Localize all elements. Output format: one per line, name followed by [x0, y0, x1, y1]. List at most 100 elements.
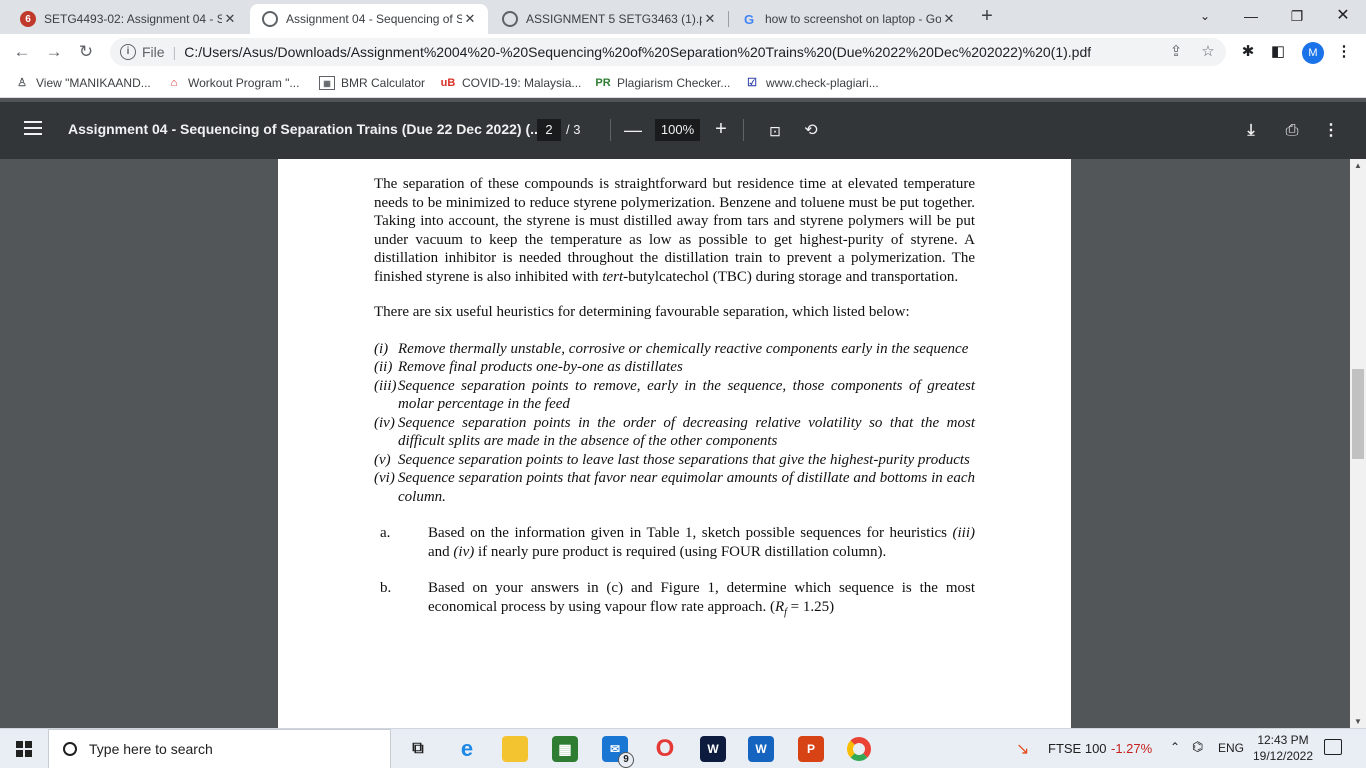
heuristic-item: (iii) Sequence separation points to remov…: [374, 377, 975, 414]
forward-arrow-icon[interactable]: →: [42, 40, 66, 64]
restore-button[interactable]: ❐: [1274, 0, 1320, 32]
stock-down-icon: ↘: [1016, 741, 1030, 758]
bookmark-bmr-calculator[interactable]: ▦ BMR Calculator: [319, 76, 425, 90]
fit-to-page-icon[interactable]: ⊡: [764, 120, 786, 142]
bookmark-label: Workout Program "...: [188, 76, 300, 90]
tab-assignment-04[interactable]: Assignment 04 - Sequencing of S ✕: [250, 4, 488, 34]
page-number-input[interactable]: 2: [537, 119, 561, 141]
ftse-change[interactable]: -1.27%: [1111, 741, 1152, 756]
close-icon[interactable]: ✕: [941, 11, 957, 27]
info-icon[interactable]: i: [120, 44, 136, 60]
heuristic-text: Remove thermally unstable, corrosive or …: [398, 340, 969, 357]
vertical-scrollbar[interactable]: ▲ ▼: [1350, 159, 1366, 728]
language-indicator[interactable]: ENG: [1218, 741, 1244, 755]
print-icon[interactable]: ⎙: [1281, 120, 1303, 142]
zoom-in-button[interactable]: +: [712, 118, 730, 141]
bookmark-view-manikaand[interactable]: ♙ View "MANIKAAND...: [14, 76, 151, 90]
taskbar-search-box[interactable]: Type here to search: [48, 729, 391, 768]
address-bar[interactable]: i File | C:/Users/Asus/Downloads/Assignm…: [110, 38, 1226, 66]
windows-logo-icon: [25, 750, 32, 757]
heuristic-number: (ii): [374, 359, 393, 375]
bookmark-workout-program[interactable]: ⌂ Workout Program "...: [166, 76, 300, 90]
pdf-viewer-area[interactable]: The separation of these compounds is str…: [0, 159, 1350, 728]
microsoft-store-icon[interactable]: ▦: [552, 736, 578, 762]
word-icon[interactable]: W: [748, 736, 774, 762]
question-a-italic-2: (iv): [453, 543, 475, 560]
address-divider: |: [172, 44, 177, 60]
wifi-icon[interactable]: ⌬: [1192, 739, 1203, 755]
powerpoint-icon[interactable]: P: [798, 736, 824, 762]
bookmark-plagiarism-checker[interactable]: PR Plagiarism Checker...: [595, 76, 730, 90]
browser-tab-strip: 6 SETG4493-02: Assignment 04 - S ✕ Assig…: [0, 0, 1366, 34]
heuristic-number: (i): [374, 340, 389, 357]
ftse-label[interactable]: FTSE 100: [1048, 741, 1107, 756]
edge-browser-icon[interactable]: e: [454, 736, 480, 762]
windows-logo-icon: [25, 741, 32, 748]
back-arrow-icon[interactable]: ←: [10, 40, 34, 64]
para1-italic: tert: [602, 268, 624, 285]
clock-date: 19/12/2022: [1252, 749, 1314, 763]
extensions-puzzle-icon[interactable]: ✱: [1238, 42, 1258, 62]
mail-icon[interactable]: ✉ 9: [602, 736, 634, 768]
close-window-button[interactable]: ✕: [1320, 0, 1366, 32]
close-icon[interactable]: ✕: [462, 11, 478, 27]
search-placeholder: Type here to search: [89, 741, 213, 757]
dumbbell-icon: ⌂: [170, 77, 178, 89]
person-icon: ♙: [17, 77, 27, 89]
tab-google-search[interactable]: G how to screenshot on laptop - Go ✕: [729, 4, 967, 34]
zoom-level-input[interactable]: 100%: [655, 119, 700, 141]
bookmark-covid-malaysia[interactable]: uB COVID-19: Malaysia...: [440, 76, 582, 90]
file-explorer-icon[interactable]: [502, 736, 528, 762]
minimize-button[interactable]: —: [1228, 0, 1274, 32]
zoom-out-button[interactable]: —: [624, 120, 642, 141]
browser-menu-icon[interactable]: ⋮: [1334, 42, 1354, 62]
close-icon[interactable]: ✕: [222, 11, 238, 27]
question-a-italic-1: (iii): [952, 525, 976, 541]
browser-toolbar: ← → ↻ i File | C:/Users/Asus/Downloads/A…: [0, 34, 1366, 70]
scroll-down-arrow-icon[interactable]: ▼: [1350, 717, 1366, 726]
opera-icon[interactable]: O: [652, 735, 678, 762]
bookmark-label: Plagiarism Checker...: [617, 76, 731, 90]
heuristic-number: (iv): [374, 414, 395, 431]
tab-title: how to screenshot on laptop - Go: [765, 12, 941, 26]
webex-icon[interactable]: W: [700, 736, 726, 762]
tab-assignment-5[interactable]: ASSIGNMENT 5 SETG3463 (1).pdf ✕: [490, 4, 728, 34]
side-panel-icon[interactable]: ◧: [1268, 42, 1288, 62]
tray-chevron-up-icon[interactable]: ⌃: [1170, 740, 1180, 754]
bookmark-check-plagiarism[interactable]: ☑ www.check-plagiari...: [744, 76, 879, 90]
question-b-italic: R: [774, 598, 785, 615]
heuristic-number: (iii): [374, 377, 397, 394]
notifications-icon[interactable]: [1324, 739, 1342, 755]
share-icon[interactable]: ⇪: [1166, 42, 1186, 62]
question-a-text-2: and: [428, 543, 454, 560]
reload-icon[interactable]: ↻: [74, 40, 98, 64]
start-button[interactable]: [0, 729, 48, 768]
bookmark-star-icon[interactable]: ☆: [1198, 42, 1218, 62]
hamburger-menu-icon[interactable]: [24, 121, 42, 135]
new-tab-button[interactable]: +: [977, 6, 997, 26]
close-icon[interactable]: ✕: [702, 11, 718, 27]
profile-avatar[interactable]: M: [1302, 42, 1324, 64]
question-label: b.: [380, 580, 392, 596]
question-text: Based on the information given in Table …: [428, 524, 975, 561]
tab-setg4493[interactable]: 6 SETG4493-02: Assignment 04 - S ✕: [8, 4, 248, 34]
scroll-up-arrow-icon[interactable]: ▲: [1350, 161, 1366, 170]
toolbar-divider: [743, 119, 744, 141]
question-text: Based on your answers in (c) and Figure …: [428, 579, 975, 622]
url-text[interactable]: C:/Users/Asus/Downloads/Assignment%2004%…: [184, 44, 1091, 60]
tab-search-chevron-icon[interactable]: ⌄: [1182, 0, 1228, 32]
ub-logo-icon: uB: [440, 77, 456, 89]
heuristic-item: (iv) Sequence separation points in the or…: [374, 414, 975, 451]
more-actions-icon[interactable]: ⋮: [1320, 120, 1342, 142]
page-content: The separation of these compounds is str…: [374, 175, 975, 622]
globe-icon: [502, 11, 518, 27]
bookmark-label: COVID-19: Malaysia...: [462, 76, 582, 90]
download-icon[interactable]: ⤓: [1240, 120, 1262, 142]
system-clock[interactable]: 12:43 PM 19/12/2022: [1248, 732, 1318, 764]
chrome-icon[interactable]: [846, 736, 872, 762]
toolbar-divider: [610, 119, 611, 141]
scrollbar-thumb[interactable]: [1352, 369, 1364, 459]
task-view-icon[interactable]: ⧉: [405, 736, 431, 762]
rotate-icon[interactable]: ⟲: [800, 120, 822, 142]
question-b-text-2: = 1.25): [786, 598, 835, 615]
